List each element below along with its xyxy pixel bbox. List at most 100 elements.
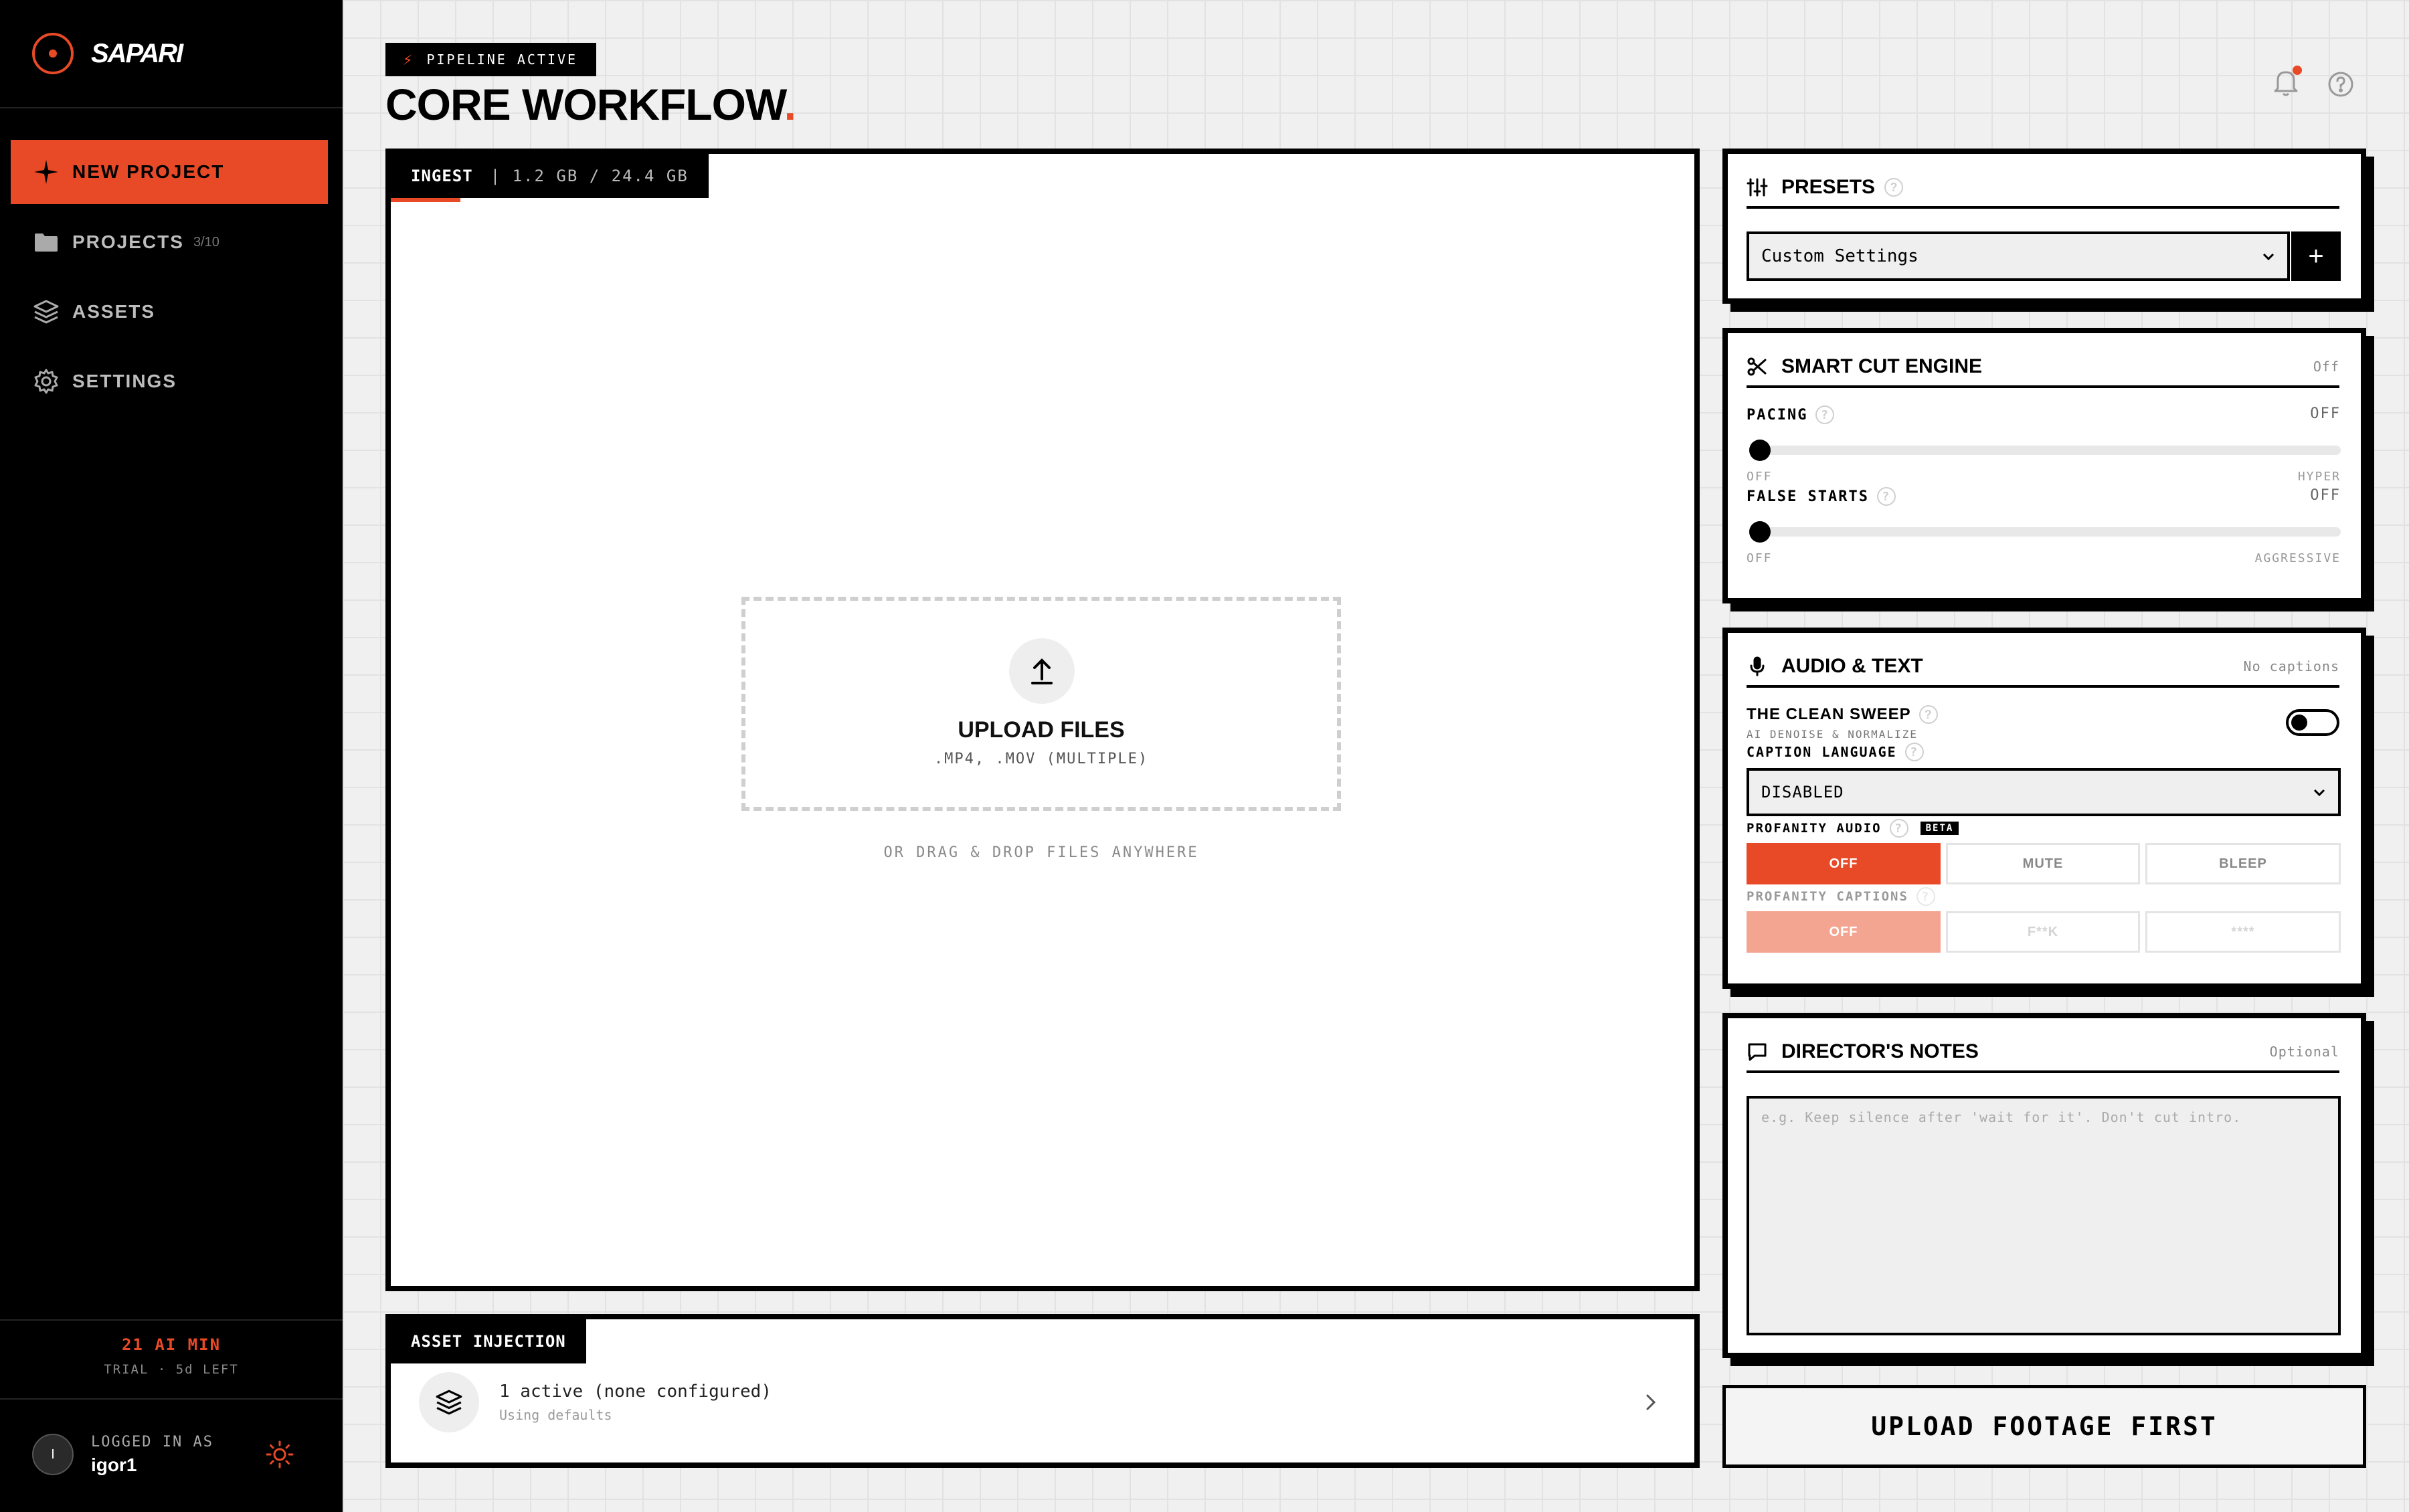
add-preset-button[interactable]: + <box>2291 231 2341 281</box>
sidebar-item-label: ASSETS <box>72 301 156 322</box>
help-icon[interactable]: ? <box>1884 178 1904 197</box>
pacing-max-label: HYPER <box>2297 470 2341 484</box>
pipeline-status-badge: ⚡ PIPELINE ACTIVE <box>385 43 597 76</box>
comment-icon <box>1747 1041 1773 1062</box>
pipeline-status-text: PIPELINE ACTIVE <box>426 52 578 68</box>
upload-icon[interactable] <box>1009 638 1075 704</box>
beta-badge: BETA <box>1920 822 1959 835</box>
sidebar-item-assets[interactable]: ASSETS <box>11 280 328 344</box>
chevron-down-icon <box>2262 246 2275 266</box>
clean-sweep-label: THE CLEAN SWEEP ? <box>1747 705 1938 724</box>
ingest-tab-label: INGEST <box>411 167 473 185</box>
audio-text-title: AUDIO & TEXT <box>1781 655 1923 677</box>
notification-dot <box>2293 66 2302 75</box>
directors-notes-textarea[interactable]: e.g. Keep silence after 'wait for it'. D… <box>1747 1096 2341 1335</box>
theme-toggle-sun-icon[interactable] <box>265 1440 294 1473</box>
layers-icon <box>31 296 62 327</box>
credits-panel: 21 AI MIN TRIAL · 5d LEFT <box>0 1335 343 1377</box>
sidebar-divider <box>0 107 343 108</box>
pacing-label: PACING ? <box>1747 405 1835 424</box>
sidebar-divider <box>0 1319 343 1321</box>
ai-minutes: 21 AI MIN <box>121 1335 221 1354</box>
profanity-captions-label-text: PROFANITY CAPTIONS <box>1747 889 1908 904</box>
false-starts-label-text: FALSE STARTS <box>1747 488 1869 505</box>
profanity-audio-bleep-button[interactable]: BLEEP <box>2145 843 2341 884</box>
sidebar-item-projects[interactable]: PROJECTS 3/10 <box>11 210 328 274</box>
presets-title: PRESETS <box>1781 176 1876 198</box>
smart-cut-title: SMART CUT ENGINE <box>1781 355 1982 377</box>
chevron-right-icon[interactable] <box>1641 1389 1661 1419</box>
logo-icon <box>32 33 74 74</box>
sidebar-item-new-project[interactable]: NEW PROJECT <box>11 140 328 204</box>
asset-defaults-note: Using defaults <box>499 1407 612 1423</box>
user-profile[interactable]: I LOGGED IN AS igor1 <box>32 1433 300 1476</box>
smart-cut-status: Off <box>2313 359 2339 375</box>
avatar: I <box>32 1434 74 1475</box>
sidebar-item-label: NEW PROJECT <box>72 161 225 182</box>
tab-asset-injection: ASSET INJECTION <box>391 1319 586 1363</box>
upload-title: UPLOAD FILES <box>958 717 1125 743</box>
profanity-captions-full-mask-button[interactable]: **** <box>2145 911 2341 953</box>
scissors-icon <box>1747 356 1773 377</box>
audio-text-header: AUDIO & TEXT No captions <box>1747 648 2339 688</box>
clean-sweep-label-text: THE CLEAN SWEEP <box>1747 705 1911 723</box>
pacing-value: OFF <box>2310 405 2341 422</box>
pacing-slider-handle[interactable] <box>1749 440 1771 461</box>
upload-formats: .MP4, .MOV (MULTIPLE) <box>933 751 1149 767</box>
false-starts-slider-handle[interactable] <box>1749 521 1771 543</box>
upload-dropzone[interactable] <box>741 597 1341 811</box>
clean-sweep-toggle[interactable] <box>2286 709 2339 736</box>
help-icon[interactable]: ? <box>1815 405 1835 424</box>
sidebar-item-label: SETTINGS <box>72 371 177 391</box>
gear-icon <box>31 366 62 397</box>
directors-notes-title: DIRECTOR'S NOTES <box>1781 1040 1979 1062</box>
profanity-captions-asterisk-button[interactable]: F**K <box>1946 911 2140 953</box>
drag-drop-hint: OR DRAG & DROP FILES ANYWHERE <box>883 844 1199 861</box>
pacing-slider[interactable] <box>1749 446 2341 455</box>
sidebar-item-label: PROJECTS <box>72 231 184 252</box>
sidebar-divider <box>0 1398 343 1400</box>
caption-language-select[interactable]: DISABLED <box>1747 768 2341 816</box>
audio-text-status: No captions <box>2243 658 2339 674</box>
caption-language-label: CAPTION LANGUAGE ? <box>1747 743 1924 761</box>
page-title-text: CORE WORKFLOW <box>385 80 785 129</box>
tab-active-indicator <box>391 198 460 202</box>
profanity-audio-off-button[interactable]: OFF <box>1747 843 1941 884</box>
profanity-audio-label: PROFANITY AUDIO ? BETA <box>1747 819 1959 838</box>
page-title: CORE WORKFLOW. <box>385 79 796 130</box>
title-dot: . <box>784 80 796 129</box>
sidebar-item-settings[interactable]: SETTINGS <box>11 349 328 413</box>
asset-injection-row[interactable]: 1 active (none configured) Using default… <box>419 1369 1690 1436</box>
preset-select-value: Custom Settings <box>1761 246 1919 266</box>
directors-notes-status: Optional <box>2269 1044 2339 1060</box>
pacing-min-label: OFF <box>1747 470 1773 484</box>
help-icon[interactable]: ? <box>1916 887 1935 906</box>
false-starts-label: FALSE STARTS ? <box>1747 487 1896 506</box>
pacing-label-text: PACING <box>1747 406 1808 423</box>
trial-status: TRIAL · 5d LEFT <box>104 1362 239 1377</box>
storage-usage: | 1.2 GB / 24.4 GB <box>490 167 689 185</box>
help-icon[interactable] <box>2327 71 2354 101</box>
help-icon[interactable]: ? <box>1889 819 1908 838</box>
folder-icon <box>31 227 62 258</box>
brand-name: SAPARI <box>91 38 183 68</box>
profanity-captions-off-button[interactable]: OFF <box>1747 911 1941 953</box>
profanity-audio-mute-button[interactable]: MUTE <box>1946 843 2140 884</box>
chevron-down-icon <box>2313 783 2326 801</box>
upload-footage-button[interactable]: UPLOAD FOOTAGE FIRST <box>1722 1385 2366 1468</box>
help-icon[interactable]: ? <box>1904 743 1924 761</box>
microphone-icon <box>1747 656 1773 677</box>
help-icon[interactable]: ? <box>1876 487 1896 506</box>
clean-sweep-subtitle: AI DENOISE & NORMALIZE <box>1747 728 1918 741</box>
username: igor1 <box>91 1454 137 1475</box>
false-starts-slider[interactable] <box>1749 527 2341 537</box>
brand-logo[interactable]: SAPARI <box>32 32 183 75</box>
tab-ingest[interactable]: INGEST | 1.2 GB / 24.4 GB <box>391 154 709 198</box>
preset-select[interactable]: Custom Settings <box>1747 231 2290 281</box>
caption-language-value: DISABLED <box>1761 783 1844 801</box>
false-starts-value: OFF <box>2310 487 2341 504</box>
false-starts-min-label: OFF <box>1747 551 1773 565</box>
logged-in-label: LOGGED IN AS <box>91 1433 213 1450</box>
asset-injection-tab-label: ASSET INJECTION <box>411 1332 566 1351</box>
help-icon[interactable]: ? <box>1919 705 1938 724</box>
